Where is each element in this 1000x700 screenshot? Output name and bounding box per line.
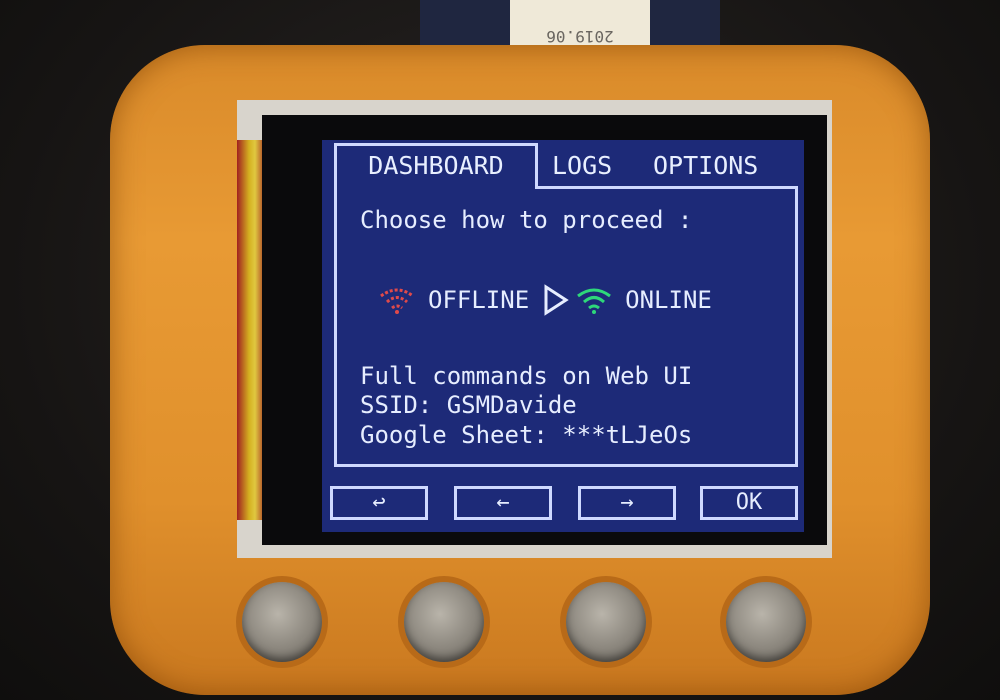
tab-logs[interactable]: LOGS	[552, 146, 612, 186]
tab-dashboard[interactable]: DASHBOARD	[334, 143, 538, 186]
right-button[interactable]: →	[578, 486, 676, 520]
hardware-button-1[interactable]	[242, 582, 322, 662]
tab-bar: DASHBOARD LOGS OPTIONS	[322, 140, 804, 186]
hardware-button-3[interactable]	[566, 582, 646, 662]
online-option[interactable]: ONLINE	[625, 286, 712, 314]
wifi-offline-icon	[380, 288, 414, 314]
info-web-ui: Full commands on Web UI	[360, 362, 693, 390]
mode-selector: OFFLINE ONLINE	[378, 280, 712, 320]
date-sticker: 2019.06	[510, 0, 650, 46]
lcd-screen: DASHBOARD LOGS OPTIONS Choose how to pro…	[322, 140, 804, 532]
hardware-button-2[interactable]	[404, 582, 484, 662]
left-button[interactable]: ←	[454, 486, 552, 520]
prompt-text: Choose how to proceed :	[360, 206, 693, 234]
back-button[interactable]: ↩	[330, 486, 428, 520]
offline-option[interactable]: OFFLINE	[428, 286, 529, 314]
wifi-online-icon	[577, 288, 612, 314]
tab-options[interactable]: OPTIONS	[653, 146, 758, 186]
ok-button[interactable]: OK	[700, 486, 798, 520]
play-outline-icon	[544, 284, 569, 316]
device-photo: 2019.06 DASHBOARD LOGS OPTIONS Choose ho…	[0, 0, 1000, 700]
info-google-sheet: Google Sheet: ***tLJeOs	[360, 421, 693, 449]
hardware-button-4[interactable]	[726, 582, 806, 662]
info-ssid: SSID: GSMDavide	[360, 391, 577, 419]
